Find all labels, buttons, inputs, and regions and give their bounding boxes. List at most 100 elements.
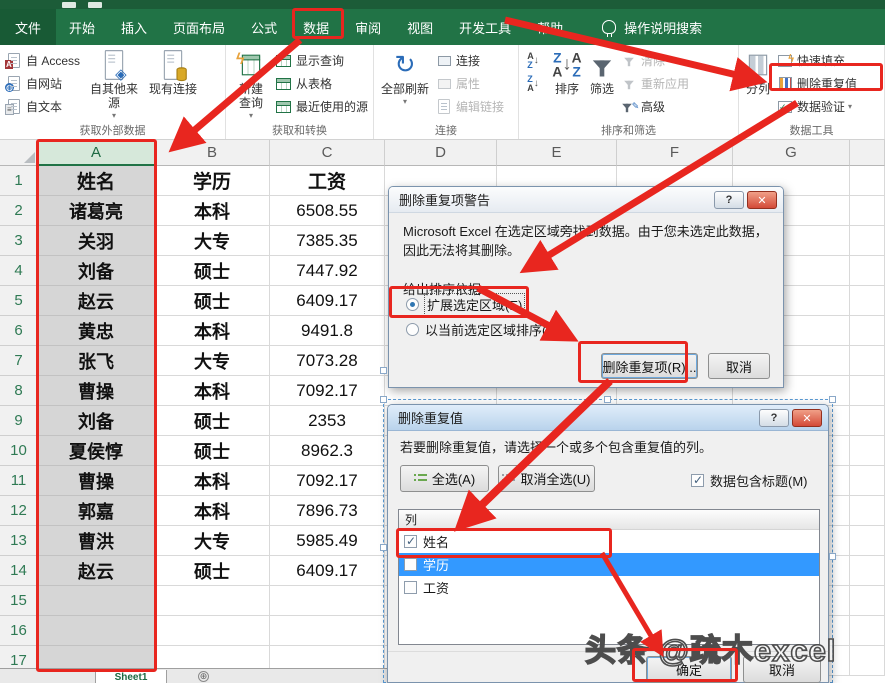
cell-H16[interactable] xyxy=(850,616,885,646)
cell-H1[interactable] xyxy=(850,166,885,196)
row-header-15[interactable]: 15 xyxy=(0,586,38,616)
cell-B16[interactable] xyxy=(155,616,270,646)
cell-C10[interactable]: 8962.3 xyxy=(270,436,385,466)
row-header-13[interactable]: 13 xyxy=(0,526,38,556)
cell-H8[interactable] xyxy=(850,376,885,406)
selection-handle[interactable] xyxy=(829,396,836,403)
ribbon-button-高级[interactable]: ✎高级 xyxy=(618,95,692,118)
row-header-3[interactable]: 3 xyxy=(0,226,38,256)
cell-C6[interactable]: 9491.8 xyxy=(270,316,385,346)
cell-H14[interactable] xyxy=(850,556,885,586)
row-header-11[interactable]: 11 xyxy=(0,466,38,496)
cell-B13[interactable]: 大专 xyxy=(155,526,270,556)
cell-C1[interactable]: 工资 xyxy=(270,166,385,196)
ribbon-tab-2[interactable]: 插入 xyxy=(108,9,160,46)
cell-C4[interactable]: 7447.92 xyxy=(270,256,385,286)
ribbon-tab-1[interactable]: 开始 xyxy=(56,9,108,46)
ribbon-tab-6[interactable]: 审阅 xyxy=(342,9,394,46)
selection-handle[interactable] xyxy=(380,544,387,551)
cell-B9[interactable]: 硕士 xyxy=(155,406,270,436)
cell-B3[interactable]: 大专 xyxy=(155,226,270,256)
cell-C16[interactable] xyxy=(270,616,385,646)
row-header-14[interactable]: 14 xyxy=(0,556,38,586)
cell-B14[interactable]: 硕士 xyxy=(155,556,270,586)
ribbon-button-排序[interactable]: ZA↓AZ排序 xyxy=(548,47,586,97)
column-header-D[interactable]: D xyxy=(385,140,497,166)
selection-handle[interactable] xyxy=(380,396,387,403)
cell-B2[interactable]: 本科 xyxy=(155,196,270,226)
ribbon-tab-0[interactable]: 文件 xyxy=(0,9,56,46)
cell-H10[interactable] xyxy=(850,436,885,466)
cell-H5[interactable] xyxy=(850,286,885,316)
ribbon-button-现有连接[interactable]: 现有连接 xyxy=(145,47,201,97)
cell-H4[interactable] xyxy=(850,256,885,286)
row-header-6[interactable]: 6 xyxy=(0,316,38,346)
select-all-corner[interactable] xyxy=(0,140,38,166)
cell-C11[interactable]: 7092.17 xyxy=(270,466,385,496)
column-list-item-工资[interactable]: 工资 xyxy=(399,576,819,599)
row-header-7[interactable]: 7 xyxy=(0,346,38,376)
selection-handle[interactable] xyxy=(380,367,387,374)
cell-C15[interactable] xyxy=(270,586,385,616)
ribbon-button-数据验证[interactable]: 数据验证▾ xyxy=(774,95,860,118)
ribbon-button-显示查询[interactable]: 显示查询 xyxy=(273,49,371,72)
ribbon-tab-9[interactable]: 帮助 xyxy=(524,9,576,46)
ribbon-button-自网站[interactable]: ◍自网站 xyxy=(3,72,83,95)
column-header-E[interactable]: E xyxy=(497,140,617,166)
cell-B11[interactable]: 本科 xyxy=(155,466,270,496)
ribbon-button-sort-za-icon[interactable]: ZA↓ xyxy=(522,72,548,95)
quick-access-icon[interactable] xyxy=(88,2,102,8)
row-header-16[interactable]: 16 xyxy=(0,616,38,646)
close-icon[interactable]: ✕ xyxy=(792,409,822,427)
row-header-9[interactable]: 9 xyxy=(0,406,38,436)
unselect-all-button[interactable]: 取消全选(U) xyxy=(498,465,595,492)
checkbox[interactable] xyxy=(404,581,417,594)
ribbon-button-自文本[interactable]: ≡自文本 xyxy=(3,95,83,118)
ribbon-button-自其他来源[interactable]: ◈自其他来源▾ xyxy=(83,47,145,120)
checkbox[interactable] xyxy=(404,558,417,571)
row-header-12[interactable]: 12 xyxy=(0,496,38,526)
column-header-G[interactable]: G xyxy=(733,140,850,166)
close-icon[interactable]: ✕ xyxy=(747,191,777,209)
cell-H15[interactable] xyxy=(850,586,885,616)
cell-C7[interactable]: 7073.28 xyxy=(270,346,385,376)
column-header-partial[interactable] xyxy=(850,140,885,166)
cell-H12[interactable] xyxy=(850,496,885,526)
new-sheet-button[interactable]: ⊕ xyxy=(198,671,209,682)
cell-C14[interactable]: 6409.17 xyxy=(270,556,385,586)
ribbon-tab-7[interactable]: 视图 xyxy=(394,9,446,46)
column-header-F[interactable]: F xyxy=(617,140,733,166)
cell-H7[interactable] xyxy=(850,346,885,376)
cell-B5[interactable]: 硕士 xyxy=(155,286,270,316)
cell-B4[interactable]: 硕士 xyxy=(155,256,270,286)
cell-C5[interactable]: 6409.17 xyxy=(270,286,385,316)
cell-B15[interactable] xyxy=(155,586,270,616)
selection-handle[interactable] xyxy=(829,553,836,560)
cancel-button[interactable]: 取消 xyxy=(708,353,770,379)
cell-H11[interactable] xyxy=(850,466,885,496)
cell-C13[interactable]: 5985.49 xyxy=(270,526,385,556)
cell-C2[interactable]: 6508.55 xyxy=(270,196,385,226)
cell-B10[interactable]: 硕士 xyxy=(155,436,270,466)
column-header-B[interactable]: B xyxy=(155,140,270,166)
ribbon-button-筛选[interactable]: 筛选 xyxy=(586,47,618,97)
ribbon-button-sort-az-icon[interactable]: AZ↓ xyxy=(522,49,548,72)
cell-B7[interactable]: 大专 xyxy=(155,346,270,376)
cell-C9[interactable]: 2353 xyxy=(270,406,385,436)
selection-handle[interactable] xyxy=(604,396,611,403)
row-header-1[interactable]: 1 xyxy=(0,166,38,196)
ribbon-button-新建查询[interactable]: ϟ新建查询▾ xyxy=(229,47,273,120)
ribbon-tab-3[interactable]: 页面布局 xyxy=(160,9,238,46)
cell-H13[interactable] xyxy=(850,526,885,556)
cell-H2[interactable] xyxy=(850,196,885,226)
cell-B12[interactable]: 本科 xyxy=(155,496,270,526)
help-icon[interactable]: ? xyxy=(714,191,744,209)
ribbon-button-全部刷新[interactable]: ↻全部刷新▾ xyxy=(377,47,433,106)
radio-current-selection[interactable]: 以当前选定区域排序(C) xyxy=(406,320,560,339)
cell-C8[interactable]: 7092.17 xyxy=(270,376,385,406)
cell-B1[interactable]: 学历 xyxy=(155,166,270,196)
row-header-5[interactable]: 5 xyxy=(0,286,38,316)
row-header-2[interactable]: 2 xyxy=(0,196,38,226)
cell-B6[interactable]: 本科 xyxy=(155,316,270,346)
tell-me-search[interactable]: 操作说明搜索 xyxy=(624,18,702,37)
